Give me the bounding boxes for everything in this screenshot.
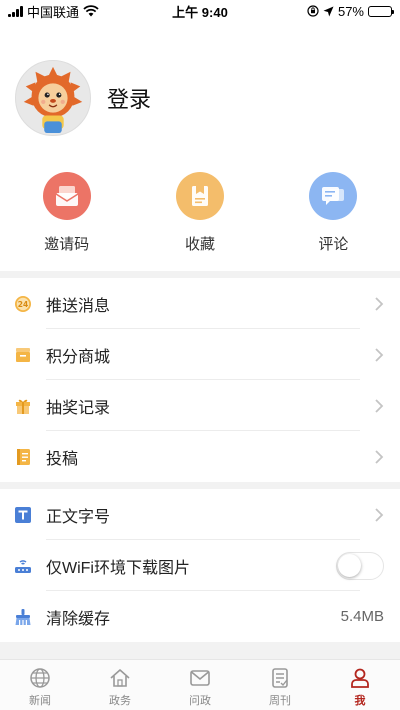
section-divider	[0, 482, 400, 489]
favorites-label: 收藏	[184, 236, 215, 253]
bookmark-icon	[175, 172, 224, 220]
invite-code-button[interactable]: 邀请码	[0, 172, 133, 254]
tab-label: 我	[354, 695, 366, 707]
lion-mascot-avatar	[23, 66, 83, 134]
wifi-icon	[83, 5, 99, 17]
mail-icon	[190, 670, 210, 686]
login-label[interactable]: 登录	[107, 82, 151, 114]
chevron-right-icon	[375, 449, 384, 464]
signal-icon	[8, 5, 23, 17]
tab-label: 问政	[189, 695, 211, 707]
tab-weekly[interactable]: 周刊	[240, 660, 320, 710]
tab-label: 新闻	[29, 695, 51, 707]
status-bar: 中国联通 上午 9:40 57%	[0, 0, 400, 22]
menu-item-font-size[interactable]: 正文字号	[0, 489, 400, 540]
toggle-knob	[338, 553, 361, 577]
broom-icon	[14, 608, 32, 626]
globe-icon	[30, 668, 50, 688]
svg-text:24: 24	[18, 299, 28, 308]
orientation-lock-icon	[307, 5, 319, 17]
invite-code-label: 邀请码	[44, 236, 90, 253]
chevron-right-icon	[375, 507, 384, 522]
menu-label: 积分商城	[46, 348, 111, 366]
menu-label: 清除缓存	[46, 610, 111, 628]
menu-label: 推送消息	[46, 297, 111, 315]
font-size-icon	[14, 506, 32, 524]
menu-group-settings: 正文字号 仅WiFi环境下载图片 清除缓存 5.4MB	[0, 489, 400, 642]
points-mall-icon	[14, 346, 32, 364]
tab-label: 周刊	[269, 695, 291, 707]
status-right: 57%	[307, 3, 394, 19]
favorites-button[interactable]: 收藏	[133, 172, 266, 254]
menu-item-submission[interactable]: 投稿	[0, 431, 400, 482]
chevron-right-icon	[375, 398, 384, 413]
status-left: 中国联通	[8, 2, 99, 21]
menu-label: 仅WiFi环境下载图片	[46, 559, 190, 577]
document-icon	[272, 668, 288, 688]
comment-icon	[309, 172, 358, 220]
tab-news[interactable]: 新闻	[0, 660, 80, 710]
wifi-only-toggle[interactable]	[336, 551, 384, 580]
home-icon	[110, 669, 130, 687]
quick-actions: 邀请码 收藏 评论	[0, 172, 400, 254]
comments-button[interactable]: 评论	[267, 172, 400, 254]
section-divider	[0, 271, 400, 278]
tab-government[interactable]: 政务	[80, 660, 160, 710]
menu-group-main: 24 推送消息 积分商城 抽奖记录 投稿	[0, 278, 400, 482]
menu-label: 投稿	[46, 450, 79, 468]
menu-label: 正文字号	[46, 508, 111, 526]
menu-item-points-mall[interactable]: 积分商城	[0, 329, 400, 380]
comments-label: 评论	[318, 236, 349, 253]
section-divider	[0, 642, 400, 659]
cache-size-value: 5.4MB	[340, 608, 384, 625]
battery-percent: 57%	[337, 3, 364, 19]
tab-me[interactable]: 我	[320, 660, 400, 710]
menu-label: 抽奖记录	[46, 399, 111, 417]
person-icon	[351, 668, 369, 688]
bottom-tab-bar: 新闻 政务 问政 周刊 我	[0, 659, 400, 710]
tab-inquiry[interactable]: 问政	[160, 660, 240, 710]
push-24-icon: 24	[14, 295, 32, 313]
menu-item-push-messages[interactable]: 24 推送消息	[0, 278, 400, 329]
router-icon	[14, 557, 32, 575]
menu-item-lottery-records[interactable]: 抽奖记录	[0, 380, 400, 431]
profile-header[interactable]: 登录	[15, 60, 151, 136]
notebook-icon	[14, 448, 32, 466]
chevron-right-icon	[375, 347, 384, 362]
avatar[interactable]	[15, 60, 91, 136]
menu-item-clear-cache[interactable]: 清除缓存 5.4MB	[0, 591, 400, 642]
battery-icon	[368, 5, 394, 17]
menu-item-wifi-only-images: 仅WiFi环境下载图片	[0, 540, 400, 591]
chevron-right-icon	[375, 296, 384, 311]
tab-label: 政务	[109, 695, 131, 707]
gift-icon	[14, 397, 32, 415]
envelope-icon	[42, 172, 91, 220]
location-icon	[323, 6, 334, 16]
carrier-label: 中国联通	[27, 4, 80, 20]
